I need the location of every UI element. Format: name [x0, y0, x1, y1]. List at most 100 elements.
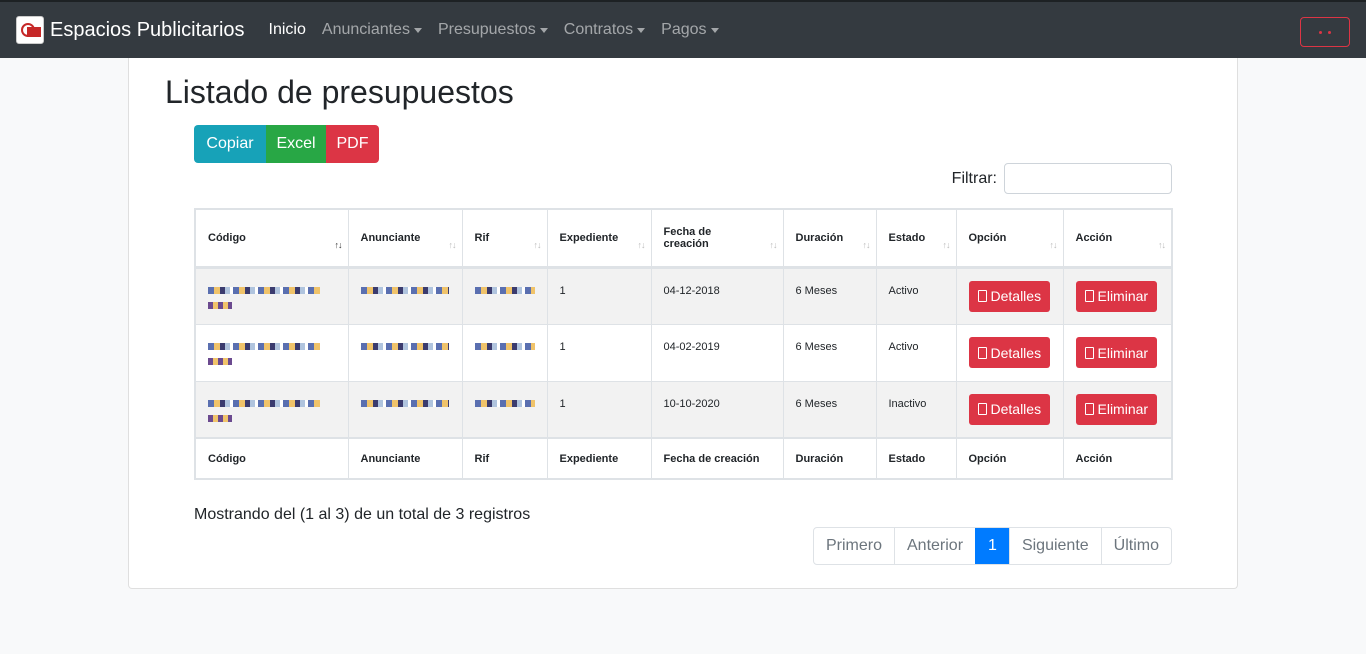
tf-rif: Rif: [461, 437, 548, 480]
sort-icon: ↑↓: [334, 239, 343, 250]
nav-label: Pagos: [661, 21, 707, 38]
button-label: Eliminar: [1097, 288, 1149, 304]
cell-duracion: 6 Meses: [782, 380, 877, 439]
button-label: Detalles: [990, 344, 1042, 361]
main-nav: Inicio Anunciantes Presupuestos Contrato…: [261, 21, 727, 39]
pagination: Primero Anterior 1 Siguiente Último: [812, 527, 1172, 565]
tf-codigo: Código: [194, 437, 349, 480]
cell-expediente: 1: [546, 380, 652, 439]
nav-label: Presupuestos: [437, 21, 536, 38]
button-label: Detalles: [990, 401, 1042, 418]
redacted-text: [360, 342, 449, 350]
brand-logo: [16, 16, 44, 44]
table-footer-row: Código Anunciante Rif Expediente Fecha d…: [194, 437, 1173, 480]
navbar: Espacios Publicitarios Inicio Anunciante…: [0, 0, 1366, 58]
tf-accion: Acción: [1062, 437, 1173, 480]
cell-fecha: 04-02-2019: [650, 323, 784, 382]
th-label: Fecha de creación: [663, 225, 712, 250]
th-estado[interactable]: Estado ↑↓: [875, 208, 957, 269]
cell-codigo: [194, 323, 349, 382]
button-label: Eliminar: [1097, 401, 1149, 418]
cell-opcion: Detalles: [955, 380, 1064, 439]
redacted-text: [474, 286, 535, 294]
brand-title: Espacios Publicitarios: [50, 18, 245, 41]
brand[interactable]: Espacios Publicitarios: [16, 16, 245, 44]
cell-accion: Eliminar: [1062, 380, 1173, 439]
redacted-text: [208, 286, 320, 294]
table-row: 1 04-02-2019 6 Meses Activo Detalles Eli…: [194, 323, 1173, 382]
th-label: Rif: [474, 231, 490, 244]
cell-duracion: 6 Meses: [782, 323, 877, 382]
redacted-text: [208, 301, 232, 309]
nav-label: Anunciantes: [321, 21, 410, 38]
nav-presupuestos[interactable]: Presupuestos: [430, 21, 556, 39]
export-buttons: Copiar Excel PDF: [194, 125, 379, 163]
th-opcion[interactable]: Opción ↑↓: [955, 208, 1064, 269]
page-current[interactable]: 1: [975, 528, 1009, 564]
nav-anunciantes[interactable]: Anunciantes: [314, 21, 430, 39]
tf-estado: Estado: [875, 437, 957, 480]
page-prev[interactable]: Anterior: [894, 528, 975, 564]
cell-opcion: Detalles: [955, 266, 1064, 325]
chevron-down-icon: [539, 27, 548, 33]
delete-button[interactable]: Eliminar: [1075, 280, 1158, 312]
excel-button[interactable]: Excel: [266, 125, 326, 163]
button-label: Detalles: [990, 288, 1042, 304]
trash-icon: [1084, 403, 1094, 416]
th-duracion[interactable]: Duración ↑↓: [782, 208, 877, 269]
th-label: Duración: [795, 231, 844, 244]
filter-label: Filtrar:: [951, 169, 997, 187]
redacted-text: [474, 399, 535, 407]
nav-pagos[interactable]: Pagos: [653, 21, 726, 39]
delete-button[interactable]: Eliminar: [1075, 337, 1158, 368]
chevron-down-icon: [710, 27, 719, 33]
table-info: Mostrando del (1 al 3) de un total de 3 …: [194, 506, 531, 523]
details-button[interactable]: Detalles: [968, 280, 1051, 312]
pdf-button[interactable]: PDF: [326, 125, 379, 163]
th-fecha[interactable]: Fecha de creación ↑↓: [650, 208, 784, 269]
tf-duracion: Duración: [782, 437, 877, 480]
cell-rif: [461, 380, 548, 439]
budgets-table: Código ↑↓ Anunciante ↑↓ Rif ↑↓ Expediente ↑↓…: [194, 208, 1173, 480]
redacted-text: [208, 399, 320, 407]
tf-anunciante: Anunciante: [347, 437, 463, 480]
th-label: Anunciante: [360, 231, 421, 244]
table-row: 1 10-10-2020 6 Meses Inactivo Detalles E…: [194, 380, 1173, 439]
th-anunciante[interactable]: Anunciante ↑↓: [347, 208, 463, 269]
file-pdf-icon: [977, 403, 987, 416]
th-rif[interactable]: Rif ↑↓: [461, 208, 548, 269]
th-label: Código: [208, 231, 246, 244]
cell-estado: Activo: [875, 323, 957, 382]
cell-expediente: 1: [546, 266, 652, 325]
th-codigo[interactable]: Código ↑↓: [194, 208, 349, 269]
sort-icon: ↑↓: [769, 239, 778, 250]
tf-fecha: Fecha de creación: [650, 437, 784, 480]
nav-label: Inicio: [268, 21, 306, 38]
delete-button[interactable]: Eliminar: [1075, 393, 1158, 425]
nav-inicio[interactable]: Inicio: [261, 21, 314, 39]
nav-contratos[interactable]: Contratos: [556, 21, 653, 39]
page-next[interactable]: Siguiente: [1008, 528, 1101, 564]
user-menu-button[interactable]: [1300, 17, 1350, 47]
details-button[interactable]: Detalles: [968, 393, 1051, 425]
file-pdf-icon: [977, 346, 987, 359]
copy-button[interactable]: Copiar: [194, 125, 266, 163]
details-button[interactable]: Detalles: [968, 337, 1051, 368]
page-first[interactable]: Primero: [814, 528, 894, 564]
filter-input[interactable]: [1004, 163, 1172, 194]
button-label: Eliminar: [1097, 344, 1149, 361]
redacted-text: [208, 357, 232, 365]
cell-codigo: [194, 266, 349, 325]
trash-icon: [1084, 346, 1094, 359]
table-header-row: Código ↑↓ Anunciante ↑↓ Rif ↑↓ Expediente ↑↓…: [194, 208, 1173, 269]
cell-anunciante: [347, 323, 463, 382]
cell-anunciante: [347, 380, 463, 439]
page-last[interactable]: Último: [1100, 528, 1171, 564]
chevron-down-icon: [413, 27, 422, 33]
th-expediente[interactable]: Expediente ↑↓: [546, 208, 652, 269]
th-accion[interactable]: Acción ↑↓: [1062, 208, 1173, 269]
filter: Filtrar:: [952, 163, 1172, 194]
sort-icon: ↑↓: [1049, 239, 1058, 250]
cell-accion: Eliminar: [1062, 266, 1173, 325]
th-label: Opción: [968, 231, 1007, 244]
